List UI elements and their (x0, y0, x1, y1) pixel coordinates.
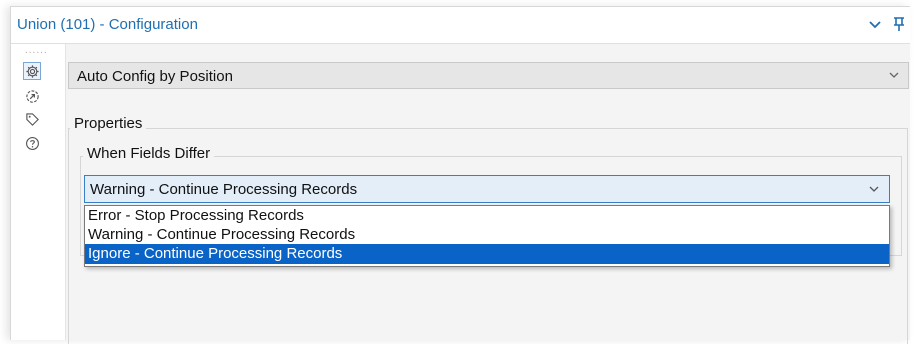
when-fields-differ-label: When Fields Differ (83, 145, 215, 162)
help-icon[interactable] (23, 134, 41, 152)
option-ignore[interactable]: Ignore - Continue Processing Records (85, 244, 889, 264)
config-mode-select[interactable]: Auto Config by Position (68, 62, 909, 89)
tag-icon[interactable] (23, 110, 41, 128)
option-error[interactable]: Error - Stop Processing Records (85, 206, 889, 225)
when-fields-differ-value: Warning - Continue Processing Records (90, 181, 358, 198)
chevron-down-icon (868, 183, 880, 195)
properties-label: Properties (70, 115, 147, 132)
arrow-circle-icon[interactable] (23, 87, 41, 105)
chevron-down-icon[interactable] (867, 16, 883, 32)
pin-icon[interactable] (891, 16, 907, 32)
sidebar-grip[interactable]: ...... (25, 46, 48, 56)
when-fields-differ-select[interactable]: Warning - Continue Processing Records (84, 175, 890, 203)
config-mode-value: Auto Config by Position (77, 68, 233, 85)
gear-icon[interactable] (23, 62, 41, 80)
panel-header: Union (101) - Configuration (11, 7, 910, 44)
panel-title: Union (101) - Configuration (17, 16, 198, 33)
option-warning[interactable]: Warning - Continue Processing Records (85, 225, 889, 244)
chevron-down-icon (888, 69, 900, 81)
when-fields-differ-options: Error - Stop Processing Records Warning … (84, 205, 890, 267)
